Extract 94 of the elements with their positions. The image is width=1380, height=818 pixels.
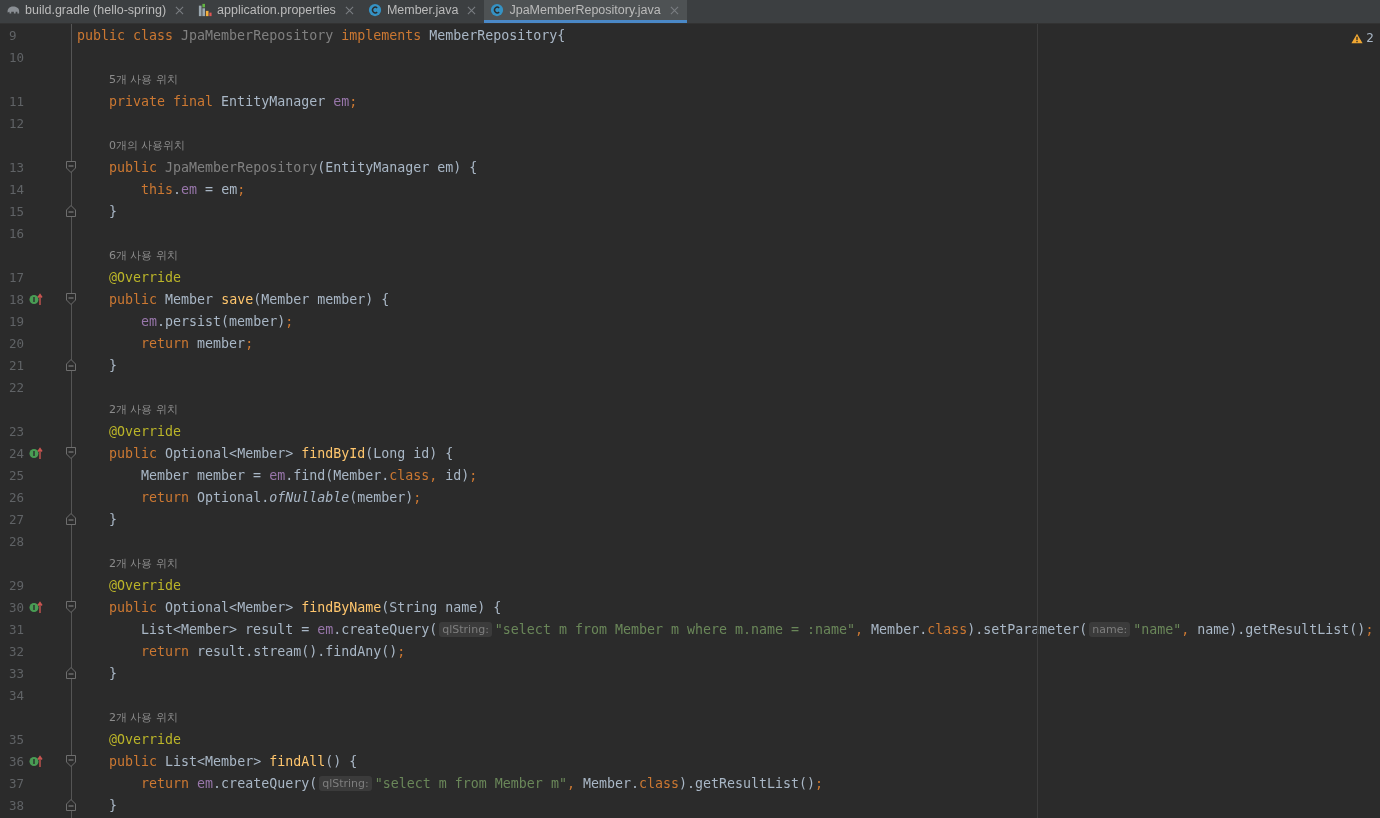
line-number: 23 [8,423,26,439]
line-number: 27 [8,511,26,527]
code-line: @Override [109,731,182,747]
line-number: 12 [8,115,26,131]
fold-icon[interactable] [66,755,76,767]
code-line: Member member = em.find(Member.class, id); [141,467,478,483]
code-line: @Override [109,577,182,593]
class-icon [367,3,382,17]
code-line: return Optional.ofNullable(member); [141,489,422,505]
line-number: 18 [8,291,26,307]
line-number: 10 [8,49,26,65]
close-icon[interactable] [669,5,679,15]
editor-tab[interactable]: build.gradle (hello-spring) [0,0,193,23]
code-line: public JpaMemberRepository(EntityManager em) { [109,159,478,175]
line-number: 25 [8,467,26,483]
line-number: 16 [8,225,26,241]
code-text: "select m from Member m where m.name = :name", Member.class).setParameter( [494,621,1088,637]
code-line: return result.stream().findAny(); [141,643,406,659]
code-line: } [109,665,118,681]
usages-hint[interactable]: 6개 사용 위치 [77,247,178,263]
line-number: 11 [8,93,26,109]
fold-icon[interactable] [66,205,76,217]
line-number: 19 [8,313,26,329]
fold-icon[interactable] [66,359,76,371]
line-number: 9 [8,27,18,43]
implementation-marker-icon[interactable] [29,447,43,459]
close-icon[interactable] [175,5,185,15]
fold-icon[interactable] [66,799,76,811]
warning-icon [1351,32,1364,44]
line-number: 30 [8,599,26,615]
code-text: List<Member> result = em.createQuery( [141,621,438,637]
warning-count: 2 [1366,31,1374,45]
code-line: } [109,203,118,219]
line-number: 20 [8,335,26,351]
parameter-hint: name: [1089,621,1131,637]
parameter-hint: qlString: [319,775,372,791]
line-number: 28 [8,533,26,549]
code-line: public List<Member> findAll() { [109,753,358,769]
usages-hint[interactable]: 0개의 사용위치 [77,137,186,153]
editor-tab[interactable]: JpaMemberRepository.java [484,0,687,23]
warning-indicator[interactable]: 2 [1351,31,1374,45]
line-number: 14 [8,181,26,197]
fold-icon[interactable] [66,667,76,679]
class-icon [490,3,505,17]
usages-hint[interactable]: 2개 사용 위치 [77,401,178,417]
line-number: 36 [8,753,26,769]
implementation-marker-icon[interactable] [29,293,43,305]
code-line: public class JpaMemberRepository implements MemberRepository{ [77,27,566,43]
usages-hint[interactable]: 2개 사용 위치 [77,709,178,725]
line-number: 37 [8,775,26,791]
code-line: private final EntityManager em; [109,93,358,109]
line-number: 15 [8,203,26,219]
fold-icon[interactable] [66,601,76,613]
line-number: 31 [8,621,26,637]
code-line: @Override [109,423,182,439]
parameter-hint: qlString: [439,621,492,637]
usages-hint[interactable]: 2개 사용 위치 [77,555,178,571]
line-number: 38 [8,797,26,813]
usages-hint[interactable]: 5개 사용 위치 [77,71,178,87]
code-line: public Optional<Member> findByName(String name) { [109,599,502,615]
bar-chart-icon [198,3,213,17]
code-line: return member; [141,335,254,351]
line-number: 34 [8,687,26,703]
code-text: return em.createQuery( [141,775,318,791]
code-line: this.em = em; [141,181,246,197]
close-icon[interactable] [344,5,354,15]
line-number: 29 [8,577,26,593]
line-number: 35 [8,731,26,747]
fold-icon[interactable] [66,513,76,525]
code-line: em.persist(member); [141,313,294,329]
code-line: } [109,797,118,813]
line-number: 13 [8,159,26,175]
line-number: 21 [8,357,26,373]
fold-icon[interactable] [66,161,76,173]
code-line: public Optional<Member> findById(Long id) { [109,445,454,461]
line-number: 24 [8,445,26,461]
code-line: public Member save(Member member) { [109,291,390,307]
implementation-marker-icon[interactable] [29,601,43,613]
code-line: @Override [109,269,182,285]
line-number: 33 [8,665,26,681]
fold-icon[interactable] [66,293,76,305]
fold-icon[interactable] [66,447,76,459]
close-icon[interactable] [467,5,477,15]
editor-tab[interactable]: application.properties [192,0,362,23]
code-text: "select m from Member m", Member.class).getResultList(); [374,775,824,791]
code-text: "name", name).getResultList(); [1133,621,1374,637]
line-number: 22 [8,379,26,395]
line-number: 32 [8,643,26,659]
line-number: 17 [8,269,26,285]
code-line: } [109,511,118,527]
editor-tab[interactable]: Member.java [361,0,485,23]
line-number: 26 [8,489,26,505]
implementation-marker-icon[interactable] [29,755,43,767]
code-line: } [109,357,118,373]
